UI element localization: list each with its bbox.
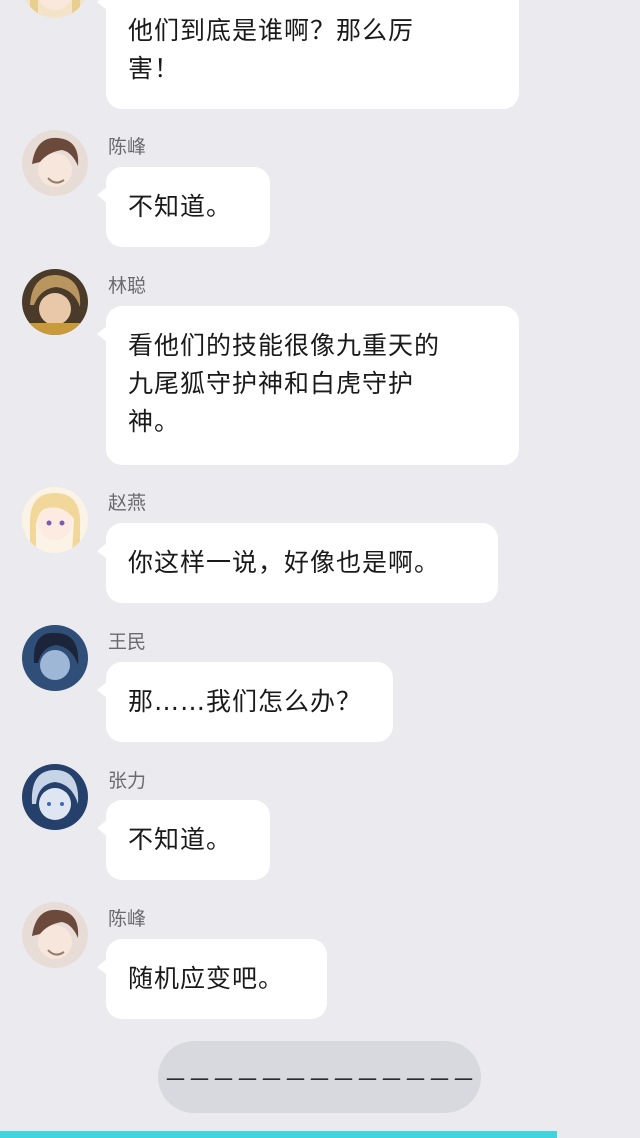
message-bubble: 看他们的技能很像九重天的 九尾狐守护神和白虎守护 神。 [97, 306, 519, 465]
sender-name: 林聪 [108, 275, 147, 297]
avatar[interactable] [22, 487, 88, 553]
message-line: 害！ [128, 54, 181, 83]
avatar-boy-icon [22, 130, 88, 196]
divider-text: －－－－－－－－－－－－－ [163, 1065, 476, 1094]
avatar-girl-icon [22, 487, 88, 553]
message-line: 九尾狐守护神和白虎守护 [128, 369, 415, 398]
avatar-boy-icon [22, 902, 88, 968]
avatar[interactable] [22, 130, 88, 196]
message-line: 你这样一说，好像也是啊。 [128, 548, 441, 577]
sender-name: 陈峰 [108, 908, 147, 930]
message-bubble: 那……我们怎么办？ [97, 662, 393, 742]
avatar[interactable] [22, 269, 88, 335]
bottom-progress-bar [0, 1131, 557, 1138]
message-line: 不知道。 [128, 192, 233, 221]
avatar-boy-icon [22, 764, 88, 830]
divider-pill: －－－－－－－－－－－－－ [158, 1041, 481, 1113]
message-bubble: 他们到底是谁啊？那么厉 害！ [97, 0, 519, 109]
sender-name: 赵燕 [108, 492, 147, 514]
avatar[interactable] [22, 902, 88, 968]
avatar-girl-icon [22, 0, 88, 18]
message-line: 看他们的技能很像九重天的 [128, 331, 441, 360]
message-line: 随机应变吧。 [128, 964, 285, 993]
message-line: 不知道。 [128, 825, 233, 854]
message-line: 他们到底是谁啊？那么厉 [128, 16, 415, 45]
sender-name: 王民 [108, 631, 147, 653]
sender-name: 张力 [108, 770, 147, 792]
avatar-boy-icon [22, 269, 88, 335]
avatar[interactable] [22, 764, 88, 830]
avatar-boy-icon [22, 625, 88, 691]
sender-name: 陈峰 [108, 136, 147, 158]
message-bubble: 不知道。 [97, 800, 270, 880]
message-bubble: 不知道。 [97, 167, 270, 247]
avatar[interactable] [22, 0, 88, 18]
avatar[interactable] [22, 625, 88, 691]
message-bubble: 随机应变吧。 [97, 939, 327, 1019]
message-bubble: 你这样一说，好像也是啊。 [97, 523, 498, 603]
message-line: 那……我们怎么办？ [128, 687, 363, 716]
message-line: 神。 [128, 407, 181, 436]
